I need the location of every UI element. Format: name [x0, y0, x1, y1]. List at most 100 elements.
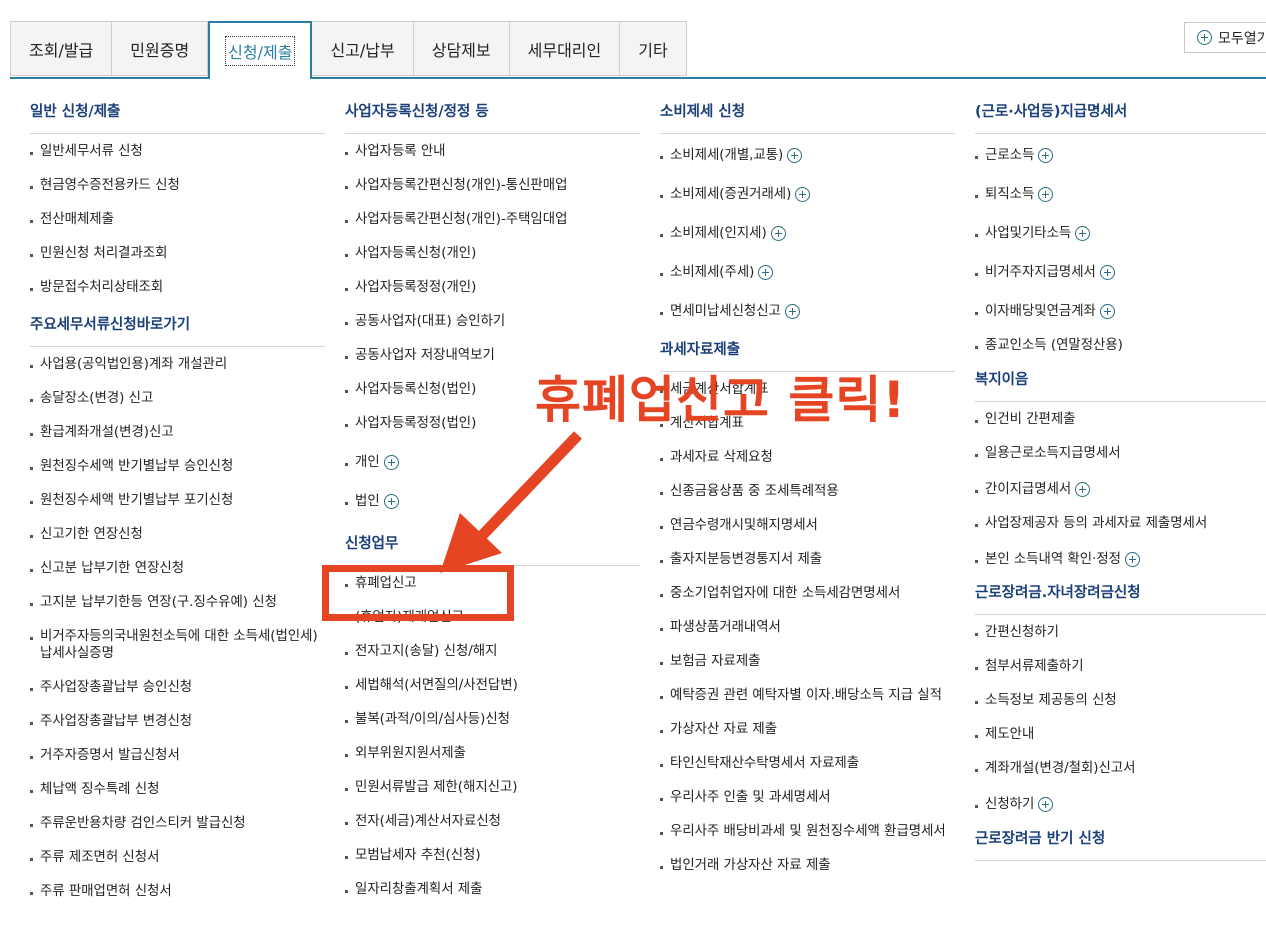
menu-item[interactable]: 고지분 납부기한등 연장(구.징수유예) 신청	[30, 594, 325, 611]
menu-item[interactable]: 주류운반용차량 검인스티커 발급신청	[30, 815, 325, 832]
plus-circle-icon[interactable]	[758, 264, 774, 280]
tab-certificate[interactable]: 민원증명	[112, 21, 209, 76]
menu-item-expandable[interactable]: 소비제세(증권거래세)	[660, 186, 955, 203]
tab-label: 신청/제출	[225, 36, 296, 66]
menu-item[interactable]: 인건비 간편제출	[975, 411, 1266, 428]
tab-application[interactable]: 신청/제출	[208, 21, 313, 79]
menu-item[interactable]: 과세자료 삭제요청	[660, 449, 955, 466]
plus-circle-icon[interactable]	[795, 186, 811, 202]
tab-etc[interactable]: 기타	[620, 21, 687, 76]
tab-consult[interactable]: 상담제보	[413, 21, 510, 76]
plus-circle-icon[interactable]	[1038, 147, 1054, 163]
menu-item[interactable]: 외부위원지원서제출	[345, 745, 640, 762]
menu-item[interactable]: 비거주자등의국내원천소득에 대한 소득세(법인세) 납세사실증명	[30, 628, 325, 662]
plus-circle-icon[interactable]	[1099, 303, 1115, 319]
menu-item[interactable]: 현금영수증전용카드 신청	[30, 177, 325, 194]
menu-item[interactable]: 일자리창출계획서 제출	[345, 881, 640, 898]
menu-item-label: 소비제세(주세)	[670, 265, 755, 280]
menu-item[interactable]: 계좌개설(변경/철회)신고서	[975, 760, 1266, 777]
menu-item[interactable]: 모범납세자 추천(신청)	[345, 847, 640, 864]
menu-item[interactable]: 사업자등록간편신청(개인)-주택임대업	[345, 211, 640, 228]
menu-item[interactable]: 전자(세금)계산서자료신청	[345, 813, 640, 830]
plus-circle-icon[interactable]	[787, 147, 803, 163]
menu-item[interactable]: 우리사주 인출 및 과세명세서	[660, 789, 955, 806]
tab-underline	[10, 77, 1266, 79]
tab-inquiry[interactable]: 조회/발급	[10, 21, 113, 76]
menu-item[interactable]: 주류 판매업면허 신청서	[30, 883, 325, 900]
menu-item[interactable]: 전산매체제출	[30, 211, 325, 228]
menu-item-expandable[interactable]: 비거주자지급명세서	[975, 264, 1266, 281]
plus-circle-icon[interactable]	[1075, 481, 1091, 497]
menu-item[interactable]: 세법해석(서면질의/사전답변)	[345, 677, 640, 694]
menu-item[interactable]: 사업용(공익법인용)계좌 개설관리	[30, 356, 325, 373]
menu-item[interactable]: 우리사주 배당비과세 및 원천징수세액 환급명세서	[660, 823, 955, 840]
plus-circle-icon[interactable]	[383, 454, 399, 470]
plus-circle-icon[interactable]	[1038, 186, 1054, 202]
menu-item[interactable]: 타인신탁재산수탁명세서 자료제출	[660, 755, 955, 772]
menu-item[interactable]: 간편신청하기	[975, 624, 1266, 641]
menu-item[interactable]: 체납액 징수특례 신청	[30, 781, 325, 798]
menu-item-expandable[interactable]: 사업및기타소득	[975, 225, 1266, 242]
expand-all-button[interactable]: 모두열기	[1184, 22, 1266, 53]
menu-item[interactable]: 첨부서류제출하기	[975, 658, 1266, 675]
plus-circle-icon[interactable]	[784, 303, 800, 319]
menu-item[interactable]: 예탁증권 관련 예탁자별 이자.배당소득 지급 실적	[660, 687, 955, 704]
menu-item[interactable]: 공동사업자(대표) 승인하기	[345, 313, 640, 330]
menu-item-expandable[interactable]: 퇴직소득	[975, 186, 1266, 203]
menu-item[interactable]: 사업자등록정정(개인)	[345, 279, 640, 296]
menu-item[interactable]: 종교인소득 (연말정산용)	[975, 337, 1266, 354]
menu-item[interactable]: 파생상품거래내역서	[660, 619, 955, 636]
menu-item[interactable]: 제도안내	[975, 726, 1266, 743]
column-consumption-tax: 소비제세 신청 소비제세(개별,교통) 소비제세(증권거래세) 소비제세(인지세…	[660, 100, 955, 891]
menu-item[interactable]: 연금수령개시및해지명세서	[660, 517, 955, 534]
menu-item[interactable]: 불복(과적/이의/심사등)신청	[345, 711, 640, 728]
menu-item[interactable]: 원천징수세액 반기별납부 승인신청	[30, 458, 325, 475]
tab-report-payment[interactable]: 신고/납부	[312, 21, 414, 76]
menu-item-expandable[interactable]: 근로소득	[975, 147, 1266, 164]
menu-item[interactable]: 환급계좌개설(변경)신고	[30, 424, 325, 441]
menu-item[interactable]: 중소기업취업자에 대한 소득세감면명세서	[660, 585, 955, 602]
plus-circle-icon[interactable]	[1099, 264, 1115, 280]
menu-item-expandable[interactable]: 소비제세(인지세)	[660, 225, 955, 242]
menu-item-label: 신청하기	[985, 797, 1035, 812]
menu-item[interactable]: 사업자등록 안내	[345, 143, 640, 160]
menu-item[interactable]: 원천징수세액 반기별납부 포기신청	[30, 492, 325, 509]
tab-tax-agent[interactable]: 세무대리인	[509, 21, 621, 76]
menu-item-expandable[interactable]: 이자배당및연금계좌	[975, 303, 1266, 320]
menu-item[interactable]: 일반세무서류 신청	[30, 143, 325, 160]
menu-item[interactable]: 신고분 납부기한 연장신청	[30, 560, 325, 577]
menu-item[interactable]: 사업장제공자 등의 과세자료 제출명세서	[975, 515, 1266, 532]
section-title: 근로장려금 반기 신청	[975, 827, 1266, 861]
menu-item[interactable]: 일용근로소득지급명세서	[975, 445, 1266, 462]
menu-item[interactable]: 주사업장총괄납부 변경신청	[30, 713, 325, 730]
menu-item-expandable[interactable]: 간이지급명세서	[975, 481, 1266, 498]
menu-item-expandable[interactable]: 신청하기	[975, 796, 1266, 813]
menu-item-expandable[interactable]: 본인 소득내역 확인·정정	[975, 551, 1266, 568]
menu-item[interactable]: 보험금 자료제출	[660, 653, 955, 670]
plus-circle-icon[interactable]	[1075, 225, 1091, 241]
plus-circle-icon[interactable]	[383, 493, 399, 509]
menu-item[interactable]: 주사업장총괄납부 승인신청	[30, 679, 325, 696]
plus-circle-icon	[1197, 30, 1212, 45]
plus-circle-icon[interactable]	[1038, 796, 1054, 812]
plus-circle-icon[interactable]	[770, 225, 786, 241]
menu-item-expandable[interactable]: 소비제세(주세)	[660, 264, 955, 281]
menu-item[interactable]: 신종금융상품 중 조세특례적용	[660, 483, 955, 500]
plus-circle-icon[interactable]	[1124, 551, 1140, 567]
menu-item[interactable]: 가상자산 자료 제출	[660, 721, 955, 738]
menu-item[interactable]: 전자고지(송달) 신청/해지	[345, 643, 640, 660]
menu-item[interactable]: 방문접수처리상태조회	[30, 279, 325, 296]
menu-item[interactable]: 법인거래 가상자산 자료 제출	[660, 857, 955, 874]
menu-item[interactable]: 거주자증명서 발급신청서	[30, 747, 325, 764]
menu-item-expandable[interactable]: 면세미납세신청신고	[660, 303, 955, 320]
menu-item[interactable]: 송달장소(변경) 신고	[30, 390, 325, 407]
menu-item[interactable]: 민원서류발급 제한(해지신고)	[345, 779, 640, 796]
menu-item[interactable]: 사업자등록간편신청(개인)-통신판매업	[345, 177, 640, 194]
menu-item[interactable]: 사업자등록신청(개인)	[345, 245, 640, 262]
menu-item[interactable]: 민원신청 처리결과조회	[30, 245, 325, 262]
menu-item[interactable]: 신고기한 연장신청	[30, 526, 325, 543]
menu-item-expandable[interactable]: 소비제세(개별,교통)	[660, 147, 955, 164]
menu-item[interactable]: 주류 제조면허 신청서	[30, 849, 325, 866]
menu-item[interactable]: 소득정보 제공동의 신청	[975, 692, 1266, 709]
menu-item[interactable]: 출자지분등변경통지서 제출	[660, 551, 955, 568]
